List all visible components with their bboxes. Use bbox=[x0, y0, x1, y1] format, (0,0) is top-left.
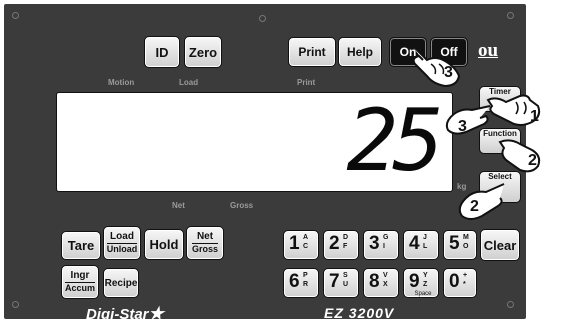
key-6[interactable]: 6 P R bbox=[283, 268, 319, 298]
brand-name: Digi-Star bbox=[86, 306, 149, 323]
digit-label: 7 bbox=[329, 271, 340, 292]
letter-top: G bbox=[383, 234, 389, 241]
pointing-hand-icon-on bbox=[408, 41, 461, 88]
letter-bottom: X bbox=[383, 281, 388, 288]
key-8[interactable]: 8 V X bbox=[363, 268, 399, 298]
letter-bottom: R bbox=[303, 281, 309, 288]
net-gross-button[interactable]: Net Gross bbox=[186, 226, 224, 260]
print-indicator-label: Print bbox=[297, 78, 316, 87]
digit-label: 1 bbox=[289, 233, 300, 254]
letter-top: S bbox=[343, 272, 348, 279]
unload-label: Unload bbox=[106, 243, 138, 254]
letter-bottom: I bbox=[383, 243, 385, 250]
weight-display: 25 bbox=[56, 92, 453, 192]
key-7[interactable]: 7 S U bbox=[323, 268, 359, 298]
load-indicator-label: Load bbox=[179, 78, 199, 87]
clear-button[interactable]: Clear bbox=[480, 229, 520, 261]
letter-bottom: U bbox=[343, 281, 349, 288]
callout-3-on: 3 bbox=[444, 64, 453, 81]
key-9[interactable]: 9 Y Z Space bbox=[403, 268, 439, 298]
recipe-button[interactable]: Recipe bbox=[103, 268, 139, 298]
space-label: Space bbox=[414, 291, 432, 297]
digit-label: 8 bbox=[369, 271, 380, 292]
digit-label: 5 bbox=[449, 233, 460, 254]
screw-top-center bbox=[259, 15, 266, 22]
letter-top: D bbox=[343, 234, 349, 241]
digit-label: 6 bbox=[289, 271, 300, 292]
digit-label: 0 bbox=[449, 271, 460, 292]
id-button[interactable]: ID bbox=[144, 36, 180, 68]
gross-indicator-label: Gross bbox=[230, 201, 254, 210]
pointing-hand-icon-function bbox=[498, 139, 541, 173]
letter-top: M bbox=[463, 234, 469, 241]
key-3[interactable]: 3 G I bbox=[363, 230, 399, 260]
zero-button[interactable]: Zero bbox=[184, 36, 222, 68]
star-icon: ★ bbox=[148, 304, 164, 323]
letter-top: Y bbox=[423, 272, 428, 279]
screw-bottom-right bbox=[507, 301, 514, 308]
screw-bottom-left bbox=[12, 301, 19, 308]
digit-label: 9 bbox=[409, 271, 420, 292]
load-unload-button[interactable]: Load Unload bbox=[103, 226, 141, 260]
screw-top-left bbox=[12, 12, 19, 19]
digit-label: 2 bbox=[329, 233, 340, 254]
key-1[interactable]: 1 A C bbox=[283, 230, 319, 260]
motion-label: Motion bbox=[108, 78, 135, 87]
letter-top: J bbox=[423, 234, 427, 241]
model-name: EZ 3200V bbox=[324, 305, 395, 321]
callout-1-timer: 1 bbox=[530, 108, 539, 125]
weight-readout: 25 bbox=[346, 91, 444, 191]
net-indicator-label: Net bbox=[172, 201, 185, 210]
tare-button[interactable]: Tare bbox=[61, 231, 101, 260]
screw-top-right bbox=[507, 12, 514, 19]
letter-bottom: Z bbox=[423, 281, 428, 288]
ou-label: ou bbox=[478, 40, 499, 61]
ingr-label: Ingr bbox=[70, 270, 90, 281]
gross-label: Gross bbox=[191, 243, 218, 254]
print-button[interactable]: Print bbox=[288, 37, 336, 67]
letter-top: V bbox=[383, 272, 388, 279]
letter-bottom: C bbox=[303, 243, 309, 250]
key-2[interactable]: 2 D F bbox=[323, 230, 359, 260]
key-4[interactable]: 4 J L bbox=[403, 230, 439, 260]
callout-3-display: 3 bbox=[458, 118, 467, 135]
digit-label: 3 bbox=[369, 233, 380, 254]
ingr-accum-button[interactable]: Ingr Accum bbox=[61, 265, 99, 299]
letter-top: A bbox=[303, 234, 309, 241]
help-button[interactable]: Help bbox=[338, 37, 382, 67]
load-label: Load bbox=[110, 231, 134, 242]
hold-button[interactable]: Hold bbox=[144, 229, 184, 260]
letter-top: P bbox=[303, 272, 308, 279]
accum-label: Accum bbox=[64, 282, 95, 293]
letter-bottom: F bbox=[343, 243, 348, 250]
letter-bottom: L bbox=[423, 243, 428, 250]
key-0[interactable]: 0 + * bbox=[443, 268, 477, 298]
key-5[interactable]: 5 M O bbox=[443, 230, 477, 260]
letter-bottom: * bbox=[463, 281, 466, 288]
callout-2-select: 2 bbox=[470, 198, 479, 215]
callout-2-function: 2 bbox=[528, 152, 537, 169]
letter-top: + bbox=[463, 272, 468, 279]
net-label: Net bbox=[196, 231, 214, 242]
digit-label: 4 bbox=[409, 233, 420, 254]
brand-logo: Digi-Star★ bbox=[86, 304, 164, 324]
letter-bottom: O bbox=[463, 243, 469, 250]
